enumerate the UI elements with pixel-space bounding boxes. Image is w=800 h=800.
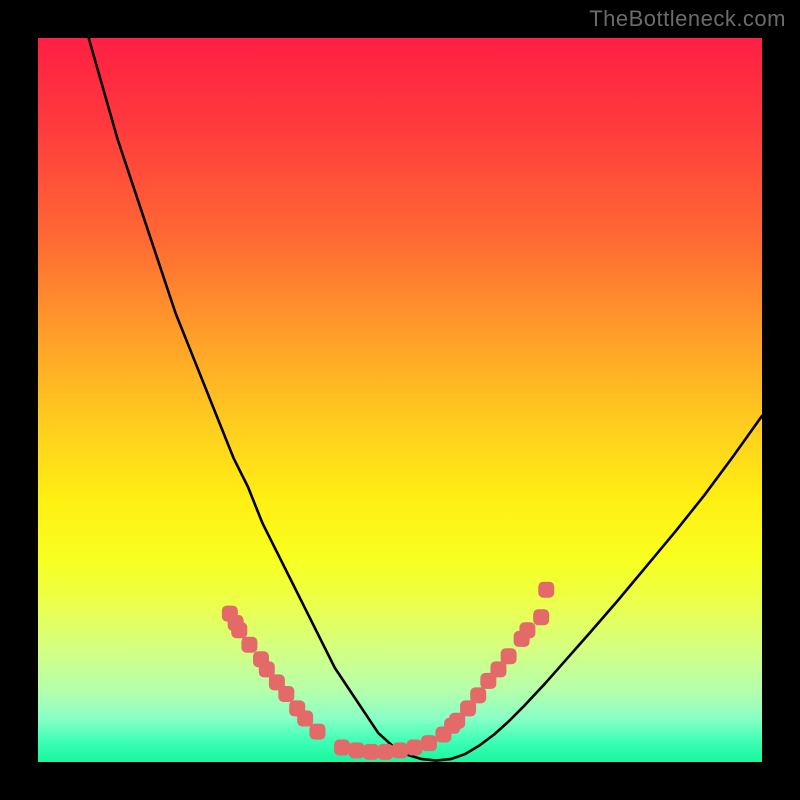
watermark-text: TheBottleneck.com xyxy=(589,6,786,32)
marker-point xyxy=(297,711,313,727)
marker-point xyxy=(231,622,247,638)
marker-point xyxy=(309,724,325,740)
marker-point xyxy=(349,742,365,758)
marker-point xyxy=(519,622,535,638)
marker-point xyxy=(533,609,549,625)
marker-point xyxy=(470,687,486,703)
marker-point xyxy=(406,740,422,756)
marker-point xyxy=(421,735,437,751)
chart-frame: TheBottleneck.com xyxy=(0,0,800,800)
marker-point xyxy=(363,744,379,760)
bottleneck-curve xyxy=(89,38,762,761)
marker-point xyxy=(278,686,294,702)
marker-point xyxy=(334,740,350,756)
marker-point xyxy=(501,648,517,664)
plot-area xyxy=(38,38,762,762)
data-markers xyxy=(222,582,554,760)
marker-point xyxy=(241,637,257,653)
marker-point xyxy=(392,742,408,758)
chart-svg xyxy=(38,38,762,762)
marker-point xyxy=(538,582,554,598)
marker-point xyxy=(378,744,394,760)
